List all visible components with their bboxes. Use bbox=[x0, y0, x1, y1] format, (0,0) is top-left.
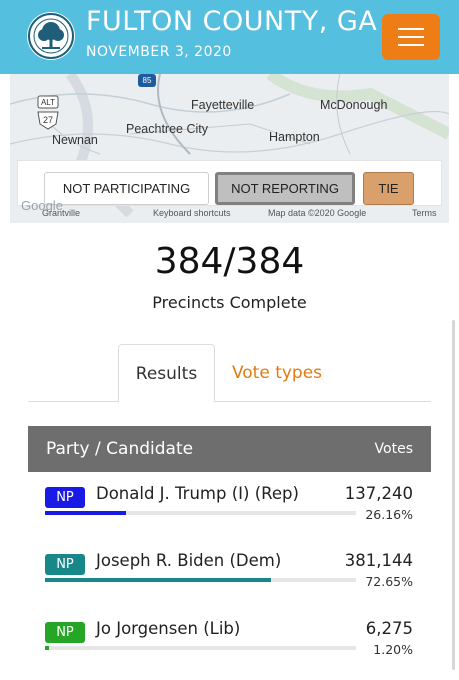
map-town-label: Grantville bbox=[42, 208, 81, 218]
keyboard-shortcuts-link[interactable]: Keyboard shortcuts bbox=[153, 208, 231, 218]
alt-route-label: ALT bbox=[40, 98, 56, 107]
candidate-row: NP Donald J. Trump (I) (Rep) 137,240 26.… bbox=[28, 482, 431, 540]
party-badge: NP bbox=[45, 487, 85, 508]
county-title: FULTON COUNTY, GA bbox=[86, 6, 378, 37]
tab-results[interactable]: Results bbox=[118, 344, 215, 402]
hamburger-menu-icon bbox=[398, 44, 424, 46]
vote-percent: 26.16% bbox=[365, 507, 413, 522]
candidate-row: NP Joseph R. Biden (Dem) 381,144 72.65% bbox=[28, 549, 431, 607]
vote-count: 137,240 bbox=[344, 484, 413, 503]
terms-link[interactable]: Terms bbox=[412, 208, 437, 218]
vote-count: 381,144 bbox=[344, 551, 413, 570]
candidate-name: Jo Jorgensen (Lib) bbox=[96, 619, 241, 638]
city-label: Hampton bbox=[269, 130, 320, 144]
vote-share-bar bbox=[45, 646, 356, 650]
results-table-header: Party / Candidate Votes bbox=[28, 426, 431, 472]
precincts-count: 384/384 bbox=[154, 241, 305, 282]
candidate-row: NP Jo Jorgensen (Lib) 6,275 1.20% bbox=[28, 617, 431, 675]
vote-share-fill bbox=[45, 646, 49, 650]
legend-not-participating[interactable]: NOT PARTICIPATING bbox=[44, 172, 209, 205]
column-party-candidate: Party / Candidate bbox=[46, 439, 194, 459]
city-label: McDonough bbox=[320, 98, 388, 112]
us-27-shield: 27 bbox=[42, 115, 53, 125]
election-date: NOVEMBER 3, 2020 bbox=[86, 44, 232, 60]
vote-share-bar bbox=[45, 578, 356, 582]
party-badge: NP bbox=[45, 622, 85, 643]
legend-not-reporting[interactable]: NOT REPORTING bbox=[215, 172, 355, 205]
map-attribution: Map data ©2020 Google bbox=[268, 208, 367, 218]
interstate-85-shield: 85 bbox=[142, 76, 152, 85]
vote-percent: 72.65% bbox=[365, 574, 413, 589]
city-label: Newnan bbox=[52, 133, 98, 147]
city-label: Peachtree City bbox=[126, 122, 208, 136]
hamburger-menu-button[interactable] bbox=[382, 14, 440, 60]
vote-share-fill bbox=[45, 578, 271, 582]
county-seal-tree-icon[interactable] bbox=[27, 12, 75, 60]
party-badge: NP bbox=[45, 554, 85, 575]
vote-count: 6,275 bbox=[365, 619, 413, 638]
map-legend: NOT PARTICIPATING NOT REPORTING TIE bbox=[17, 160, 442, 206]
vote-share-bar bbox=[45, 511, 356, 515]
vote-share-fill bbox=[45, 511, 127, 515]
hamburger-menu-icon bbox=[398, 36, 424, 38]
legend-tie[interactable]: TIE bbox=[363, 172, 414, 205]
hamburger-menu-icon bbox=[398, 28, 424, 30]
city-label: Fayetteville bbox=[191, 98, 255, 112]
vote-percent: 1.20% bbox=[373, 642, 413, 657]
app-header: FULTON COUNTY, GA NOVEMBER 3, 2020 bbox=[0, 0, 459, 74]
precinct-map[interactable]: 85 ALT 27 Fayetteville McDonough Peachtr… bbox=[10, 74, 449, 223]
page-scrollbar[interactable] bbox=[452, 320, 455, 670]
precincts-label: Precincts Complete bbox=[152, 293, 307, 312]
tab-vote-types[interactable]: Vote types bbox=[222, 344, 332, 402]
candidate-name: Donald J. Trump (I) (Rep) bbox=[96, 484, 299, 503]
candidate-name: Joseph R. Biden (Dem) bbox=[96, 551, 282, 570]
column-votes: Votes bbox=[374, 441, 413, 457]
